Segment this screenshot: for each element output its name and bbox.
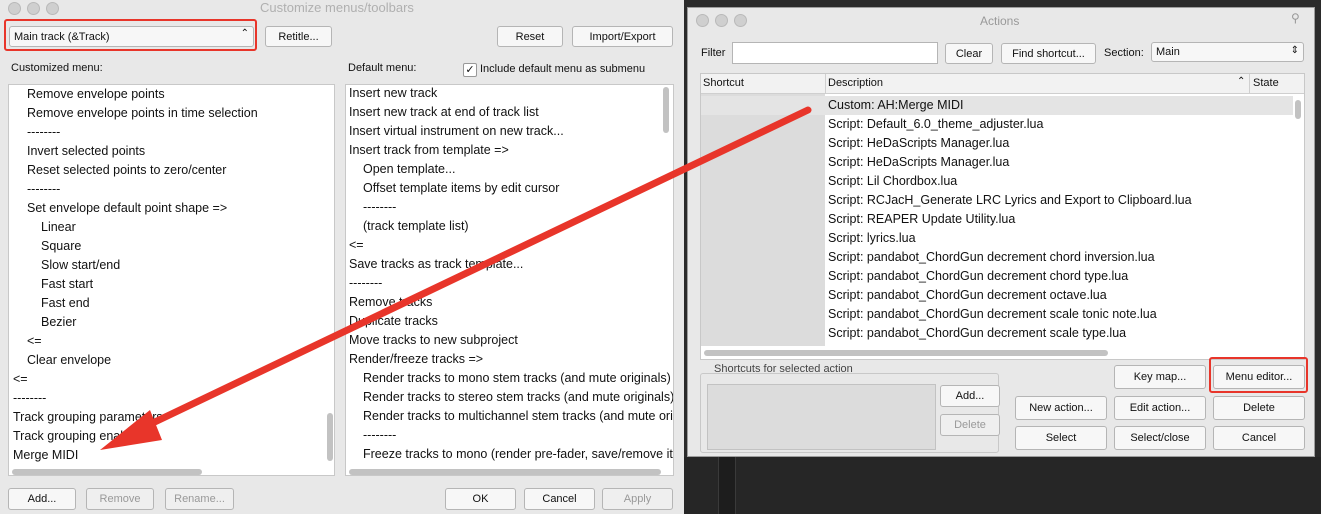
arrow-shaft <box>134 106 812 434</box>
arrow-head <box>100 410 162 450</box>
annotation-arrow <box>100 106 812 450</box>
